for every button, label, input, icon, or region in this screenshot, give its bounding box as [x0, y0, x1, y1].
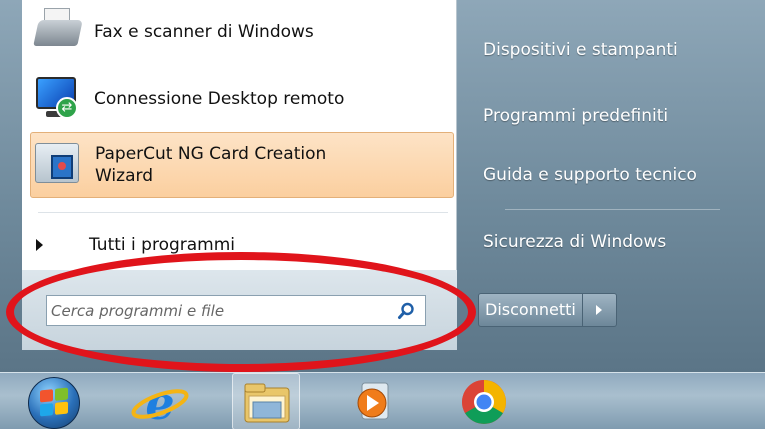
program-label: Connessione Desktop remoto [94, 89, 345, 109]
program-item-papercut-wizard[interactable]: PaperCut NG Card Creation Wizard [30, 132, 454, 198]
search-box[interactable] [46, 295, 426, 326]
triangle-right-icon [36, 239, 43, 251]
devices-printers-link[interactable]: Dispositivi e stampanti [483, 40, 678, 60]
divider [38, 212, 448, 213]
start-button[interactable] [20, 373, 90, 429]
chevron-right-icon [595, 305, 602, 315]
remote-desktop-icon: ⇄ [30, 71, 86, 127]
search-area [22, 270, 457, 350]
fax-scanner-icon [30, 4, 86, 60]
papercut-card-icon [31, 137, 87, 193]
windows-flag-icon [40, 387, 68, 417]
programs-pane: Fax e scanner di Windows ⇄ Connessione D… [22, 0, 457, 270]
media-player-icon [357, 382, 389, 420]
program-item-remote-desktop[interactable]: ⇄ Connessione Desktop remoto [30, 70, 454, 128]
help-support-link[interactable]: Guida e supporto tecnico [483, 165, 697, 185]
search-icon[interactable] [397, 302, 415, 320]
divider [505, 209, 720, 210]
internet-explorer-icon: e [131, 376, 189, 429]
taskbar-internet-explorer[interactable]: e [128, 373, 192, 429]
shutdown-group: Disconnetti [478, 293, 617, 327]
taskbar-windows-explorer[interactable] [232, 373, 300, 429]
windows-security-link[interactable]: Sicurezza di Windows [483, 232, 666, 252]
search-input[interactable] [47, 301, 387, 320]
svg-text:e: e [145, 376, 174, 429]
taskbar: e [0, 372, 765, 429]
taskbar-chrome[interactable] [452, 373, 516, 429]
program-item-fax-scanner[interactable]: Fax e scanner di Windows [30, 0, 454, 64]
windows-explorer-icon [244, 383, 290, 423]
default-programs-link[interactable]: Programmi predefiniti [483, 106, 668, 126]
chrome-icon [462, 380, 506, 424]
start-menu: Fax e scanner di Windows ⇄ Connessione D… [0, 0, 765, 372]
all-programs-button[interactable]: Tutti i programmi [32, 230, 442, 260]
taskbar-media-player[interactable] [340, 373, 404, 429]
disconnect-button[interactable]: Disconnetti [478, 293, 583, 327]
program-label-line1: PaperCut NG Card Creation [95, 144, 327, 164]
all-programs-label: Tutti i programmi [89, 235, 236, 255]
program-label: Fax e scanner di Windows [94, 22, 314, 42]
shutdown-options-button[interactable] [582, 293, 617, 327]
program-label-line2: Wizard [95, 166, 153, 186]
program-label: PaperCut NG Card Creation Wizard [87, 143, 326, 187]
